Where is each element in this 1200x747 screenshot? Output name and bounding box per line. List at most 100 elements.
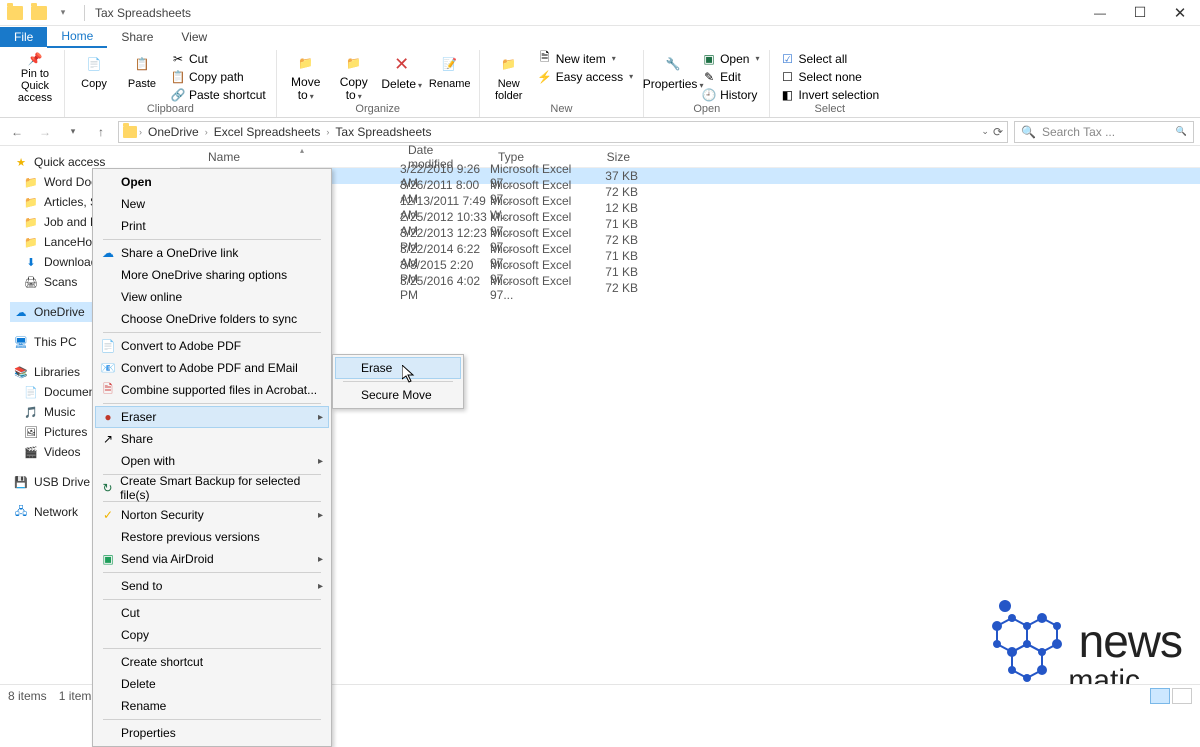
- open-button[interactable]: ▣Open▾: [698, 50, 763, 67]
- details-view-button[interactable]: [1150, 688, 1170, 704]
- ctx-print[interactable]: Print: [95, 215, 329, 237]
- file-row[interactable]: xpenses.xls3/22/2010 9:26 AMMicrosoft Ex…: [180, 168, 1200, 184]
- search-placeholder: Search Tax ...: [1042, 125, 1115, 139]
- libraries-icon: 📚: [14, 365, 28, 379]
- clipboard-group-label: Clipboard: [71, 103, 270, 117]
- tab-share[interactable]: Share: [107, 27, 167, 47]
- ctx-delete[interactable]: Delete: [95, 673, 329, 695]
- addr-dropdown-icon[interactable]: ⌄: [981, 126, 989, 137]
- file-row[interactable]: xpenses.xls3/8/2015 2:20 PMMicrosoft Exc…: [180, 264, 1200, 280]
- search-dropdown-icon[interactable]: 🔍: [1176, 126, 1187, 137]
- up-button[interactable]: ↑: [90, 121, 112, 143]
- maximize-button[interactable]: ☐: [1120, 0, 1160, 26]
- ctx-convert-pdf[interactable]: 📄Convert to Adobe PDF: [95, 335, 329, 357]
- videos-icon: 🎬: [24, 445, 38, 459]
- qat-open-folder-icon[interactable]: [28, 2, 50, 24]
- ctx-combine[interactable]: 🗎Combine supported files in Acrobat...: [95, 379, 329, 401]
- tab-file[interactable]: File: [0, 27, 47, 47]
- ctx-sendto[interactable]: Send to▸: [95, 575, 329, 597]
- thumbnails-view-button[interactable]: [1172, 688, 1192, 704]
- cut-button[interactable]: ✂Cut: [167, 50, 270, 67]
- file-row[interactable]: le.xlsx12/13/2011 7:49 AMMicrosoft Excel…: [180, 200, 1200, 216]
- pin-quick-access-button[interactable]: 📌 Pin to Quick access: [12, 50, 58, 102]
- invert-selection-button[interactable]: ◧Invert selection: [776, 86, 883, 103]
- back-button[interactable]: ←: [6, 121, 28, 143]
- file-row[interactable]: xpenses.xls3/22/2014 6:22 AMMicrosoft Ex…: [180, 248, 1200, 264]
- folder-icon: 📁: [24, 175, 38, 189]
- file-size: 71 KB: [582, 265, 638, 279]
- submenu-secure-move[interactable]: Secure Move: [335, 384, 461, 406]
- paste-shortcut-button[interactable]: 🔗Paste shortcut: [167, 86, 270, 103]
- properties-button[interactable]: 🔧 Properties▾: [650, 50, 696, 102]
- new-folder-button[interactable]: 📁 New folder: [486, 50, 532, 102]
- combine-icon: 🗎: [99, 381, 117, 399]
- column-size[interactable]: Size: [582, 150, 638, 164]
- pc-icon: 🖥: [14, 335, 28, 349]
- file-row[interactable]: xpenses.xls3/22/2013 12:23 PMMicrosoft E…: [180, 232, 1200, 248]
- ctx-norton[interactable]: ✓Norton Security▸: [95, 504, 329, 526]
- rename-icon: 📝: [438, 52, 462, 76]
- ctx-properties[interactable]: Properties: [95, 722, 329, 744]
- ctx-open-with[interactable]: Open with▸: [95, 450, 329, 472]
- file-row[interactable]: xpenses.xls3/25/2016 4:02 PMMicrosoft Ex…: [180, 280, 1200, 296]
- column-name[interactable]: Name▴: [200, 150, 400, 164]
- ctx-open[interactable]: Open: [95, 171, 329, 193]
- breadcrumb-item[interactable]: OneDrive: [144, 125, 203, 139]
- history-button[interactable]: 🕘History: [698, 86, 763, 103]
- copy-path-icon: 📋: [171, 70, 185, 84]
- ctx-rename[interactable]: Rename: [95, 695, 329, 717]
- breadcrumb-item[interactable]: Tax Spreadsheets: [331, 125, 435, 139]
- address-bar[interactable]: › OneDrive › Excel Spreadsheets › Tax Sp…: [118, 121, 1008, 143]
- ctx-new[interactable]: New: [95, 193, 329, 215]
- minimize-button[interactable]: —: [1080, 0, 1120, 26]
- refresh-icon[interactable]: ⟳: [993, 125, 1003, 139]
- edit-button[interactable]: ✎Edit: [698, 68, 763, 85]
- ctx-smart-backup[interactable]: ↻Create Smart Backup for selected file(s…: [95, 477, 329, 499]
- rename-button[interactable]: 📝 Rename: [427, 50, 473, 102]
- breadcrumb-item[interactable]: Excel Spreadsheets: [210, 125, 325, 139]
- ctx-create-shortcut[interactable]: Create shortcut: [95, 651, 329, 673]
- search-icon: 🔍: [1021, 125, 1036, 139]
- ctx-choose-folders[interactable]: Choose OneDrive folders to sync: [95, 308, 329, 330]
- move-to-button[interactable]: 📁 Move to▾: [283, 50, 329, 102]
- share-icon: ↗: [99, 430, 117, 448]
- select-all-button[interactable]: ☑Select all: [776, 50, 883, 67]
- ctx-share-onedrive[interactable]: ☁Share a OneDrive link: [95, 242, 329, 264]
- copy-icon: 📄: [82, 52, 106, 76]
- file-size: 72 KB: [582, 233, 638, 247]
- select-none-button[interactable]: ☐Select none: [776, 68, 883, 85]
- ctx-airdroid[interactable]: ▣Send via AirDroid▸: [95, 548, 329, 570]
- recent-dropdown[interactable]: ▾: [62, 121, 84, 143]
- ctx-cut[interactable]: Cut: [95, 602, 329, 624]
- paste-button[interactable]: 📋 Paste: [119, 50, 165, 102]
- search-input[interactable]: 🔍 Search Tax ... 🔍: [1014, 121, 1194, 143]
- file-size: 37 KB: [582, 169, 638, 183]
- copy-path-button[interactable]: 📋Copy path: [167, 68, 270, 85]
- tab-home[interactable]: Home: [47, 26, 107, 48]
- ctx-eraser[interactable]: ●Eraser▸: [95, 406, 329, 428]
- new-item-button[interactable]: 🗎New item▾: [534, 50, 637, 67]
- easy-access-button[interactable]: ⚡Easy access▾: [534, 68, 637, 85]
- ctx-convert-email[interactable]: 📧Convert to Adobe PDF and EMail: [95, 357, 329, 379]
- ctx-share[interactable]: ↗Share: [95, 428, 329, 450]
- ctx-view-online[interactable]: View online: [95, 286, 329, 308]
- submenu-erase[interactable]: Erase: [335, 357, 461, 379]
- pdf-email-icon: 📧: [99, 359, 117, 377]
- history-icon: 🕘: [702, 88, 716, 102]
- ctx-restore[interactable]: Restore previous versions: [95, 526, 329, 548]
- close-button[interactable]: ✕: [1160, 0, 1200, 26]
- ctx-more-onedrive[interactable]: More OneDrive sharing options: [95, 264, 329, 286]
- watermark-news: news: [1079, 614, 1182, 668]
- file-row[interactable]: xpenses.xls2/25/2012 10:33 AMMicrosoft E…: [180, 216, 1200, 232]
- new-item-icon: 🗎: [538, 52, 552, 66]
- copy-button[interactable]: 📄 Copy: [71, 50, 117, 102]
- delete-button[interactable]: ✕ Delete▾: [379, 50, 425, 102]
- folder-icon: 📁: [24, 215, 38, 229]
- qat-dropdown-icon[interactable]: ▾: [52, 2, 74, 24]
- copy-to-button[interactable]: 📁 Copy to▾: [331, 50, 377, 102]
- ctx-copy[interactable]: Copy: [95, 624, 329, 646]
- tab-view[interactable]: View: [167, 27, 221, 47]
- file-row[interactable]: xpenses.xls3/26/2011 8:00 AMMicrosoft Ex…: [180, 184, 1200, 200]
- new-group-label: New: [486, 103, 637, 117]
- forward-button[interactable]: →: [34, 121, 56, 143]
